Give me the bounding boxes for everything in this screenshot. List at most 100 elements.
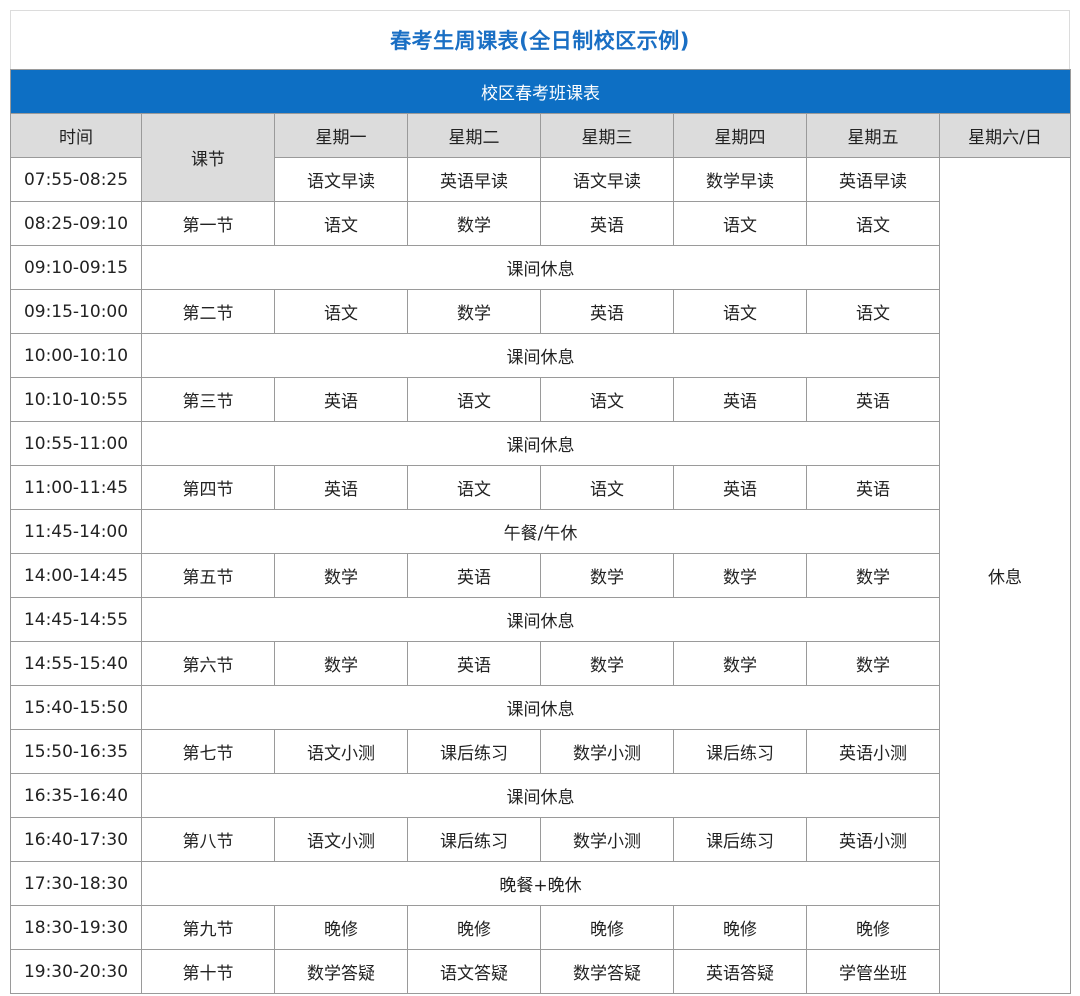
table-row: 09:10-09:15 课间休息: [10, 245, 1071, 290]
section-cell: 第七节: [141, 729, 275, 774]
class-cell: 数学答疑: [540, 949, 674, 994]
time-cell: 16:40-17:30: [10, 817, 142, 862]
header-section: 课节: [141, 113, 275, 202]
section-cell: 第二节: [141, 289, 275, 334]
schedule-table: 校区春考班课表 时间 课节 星期一 星期二 星期三 星期四 星期五 星期六/日 …: [10, 69, 1071, 994]
header-day: 星期四: [673, 113, 807, 158]
break-cell: 课间休息: [141, 333, 940, 378]
table-row: 10:10-10:55 第三节 英语 语文 语文 英语 英语: [10, 377, 1071, 422]
section-cell: 第九节: [141, 905, 275, 950]
break-cell: 课间休息: [141, 421, 940, 466]
table-row: 16:35-16:40 课间休息: [10, 773, 1071, 818]
header-day: 星期三: [540, 113, 674, 158]
time-cell: 18:30-19:30: [10, 905, 142, 950]
break-cell: 课间休息: [141, 685, 940, 730]
class-cell: 数学: [673, 553, 807, 598]
class-cell: 数学小测: [540, 817, 674, 862]
class-cell: 英语: [806, 465, 940, 510]
class-cell: 课后练习: [407, 729, 541, 774]
break-cell: 课间休息: [141, 245, 940, 290]
class-cell: 数学: [407, 289, 541, 334]
class-cell: 语文: [673, 201, 807, 246]
class-cell: 数学: [407, 201, 541, 246]
break-cell: 课间休息: [141, 597, 940, 642]
class-cell: 英语小测: [806, 729, 940, 774]
class-cell: 语文: [540, 377, 674, 422]
break-cell: 课间休息: [141, 773, 940, 818]
class-cell: 语文: [274, 289, 408, 334]
class-cell: 英语答疑: [673, 949, 807, 994]
section-cell: 第八节: [141, 817, 275, 862]
header-day: 星期一: [274, 113, 408, 158]
class-cell: 英语: [274, 377, 408, 422]
class-cell: 语文: [806, 201, 940, 246]
time-cell: 08:25-09:10: [10, 201, 142, 246]
class-cell: 晚修: [806, 905, 940, 950]
class-cell: 英语早读: [407, 157, 541, 202]
section-cell: 第四节: [141, 465, 275, 510]
header-time: 时间: [10, 113, 142, 158]
header-day: 星期二: [407, 113, 541, 158]
class-cell: 晚修: [274, 905, 408, 950]
class-cell: 语文: [673, 289, 807, 334]
class-cell: 英语: [540, 289, 674, 334]
class-cell: 语文: [540, 465, 674, 510]
class-cell: 课后练习: [407, 817, 541, 862]
table-row: 10:00-10:10 课间休息: [10, 333, 1071, 378]
header-day: 星期五: [806, 113, 940, 158]
table-row: 17:30-18:30 晚餐+晚休: [10, 861, 1071, 906]
time-cell: 16:35-16:40: [10, 773, 142, 818]
class-cell: 语文小测: [274, 729, 408, 774]
table-row: 08:25-09:10 第一节 语文 数学 英语 语文 语文: [10, 201, 1071, 246]
class-cell: 数学小测: [540, 729, 674, 774]
class-cell: 语文: [806, 289, 940, 334]
table-row: 15:50-16:35 第七节 语文小测 课后练习 数学小测 课后练习 英语小测: [10, 729, 1071, 774]
class-cell: 数学早读: [673, 157, 807, 202]
time-cell: 11:45-14:00: [10, 509, 142, 554]
time-cell: 10:10-10:55: [10, 377, 142, 422]
class-cell: 英语: [806, 377, 940, 422]
table-row: 18:30-19:30 第九节 晚修 晚修 晚修 晚修 晚修: [10, 905, 1071, 950]
time-cell: 15:40-15:50: [10, 685, 142, 730]
class-cell: 晚修: [407, 905, 541, 950]
section-cell: 第一节: [141, 201, 275, 246]
class-cell: 英语早读: [806, 157, 940, 202]
class-cell: 数学: [274, 553, 408, 598]
class-cell: 语文: [407, 377, 541, 422]
time-cell: 10:55-11:00: [10, 421, 142, 466]
class-cell: 英语: [407, 641, 541, 686]
class-cell: 英语: [407, 553, 541, 598]
section-cell: 第六节: [141, 641, 275, 686]
break-cell: 午餐/午休: [141, 509, 940, 554]
section-cell: 第五节: [141, 553, 275, 598]
class-cell: 数学答疑: [274, 949, 408, 994]
class-cell: 语文: [274, 201, 408, 246]
break-cell: 晚餐+晚休: [141, 861, 940, 906]
table-row: 19:30-20:30 第十节 数学答疑 语文答疑 数学答疑 英语答疑 学管坐班: [10, 949, 1071, 994]
table-row: 16:40-17:30 第八节 语文小测 课后练习 数学小测 课后练习 英语小测: [10, 817, 1071, 862]
time-cell: 10:00-10:10: [10, 333, 142, 378]
section-cell: 第三节: [141, 377, 275, 422]
table-row: 09:15-10:00 第二节 语文 数学 英语 语文 语文: [10, 289, 1071, 334]
class-cell: 英语: [673, 465, 807, 510]
class-cell: 英语: [540, 201, 674, 246]
class-cell: 语文: [407, 465, 541, 510]
time-cell: 15:50-16:35: [10, 729, 142, 774]
schedule-document: 春考生周课表(全日制校区示例) 校区春考班课表 时间 课节 星期一 星期二 星期…: [10, 10, 1071, 994]
class-cell: 课后练习: [673, 817, 807, 862]
section-cell: 第十节: [141, 949, 275, 994]
time-cell: 14:55-15:40: [10, 641, 142, 686]
weekend-rest-cell: 休息: [939, 157, 1071, 994]
class-cell: 晚修: [540, 905, 674, 950]
header-weekend: 星期六/日: [939, 113, 1071, 158]
table-row: 14:00-14:45 第五节 数学 英语 数学 数学 数学: [10, 553, 1071, 598]
time-cell: 09:15-10:00: [10, 289, 142, 334]
class-cell: 语文小测: [274, 817, 408, 862]
time-cell: 17:30-18:30: [10, 861, 142, 906]
class-cell: 英语: [673, 377, 807, 422]
class-cell: 英语: [274, 465, 408, 510]
time-cell: 14:45-14:55: [10, 597, 142, 642]
class-cell: 数学: [540, 553, 674, 598]
time-cell: 14:00-14:45: [10, 553, 142, 598]
time-cell: 09:10-09:15: [10, 245, 142, 290]
